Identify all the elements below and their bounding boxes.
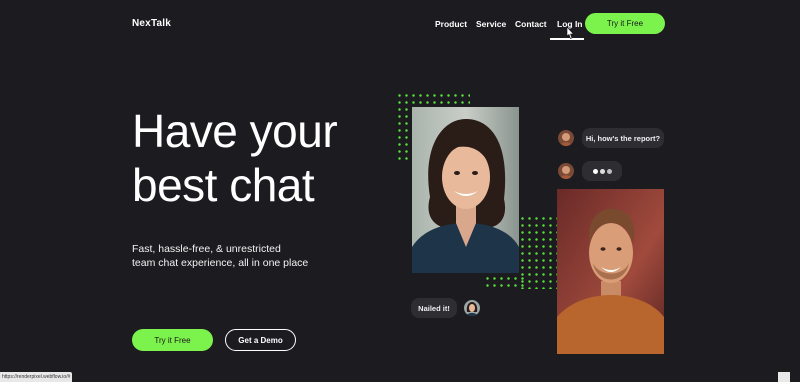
logo[interactable]: NexTalk: [132, 18, 171, 29]
chat-bubble-report: Hi, how's the report?: [582, 128, 664, 148]
status-corner: [778, 372, 790, 382]
hero-title-line2: best chat: [132, 159, 315, 211]
chat-bubble-nailed-it: Nailed it!: [411, 298, 457, 318]
get-demo-button[interactable]: Get a Demo: [225, 329, 296, 351]
hero-subtitle: Fast, hassle-free, & unrestricted team c…: [132, 242, 342, 270]
hero-title-line1: Have your: [132, 105, 338, 157]
nav-link-service[interactable]: Service: [476, 19, 506, 29]
avatar-woman: [464, 300, 480, 316]
dot-pattern-bottom: [484, 275, 524, 289]
nav-link-contact[interactable]: Contact: [515, 19, 547, 29]
nav-link-product[interactable]: Product: [435, 19, 467, 29]
hero-title: Have your best chat: [132, 104, 338, 212]
nav-try-free-button[interactable]: Try it Free: [585, 13, 665, 34]
dot-pattern-right: [519, 215, 557, 289]
typing-indicator: [582, 161, 622, 181]
status-bar-url: https://renderpixel.webflow.io/#: [0, 372, 72, 382]
dot-pattern-left: [396, 106, 410, 164]
hero-try-free-button[interactable]: Try it Free: [132, 329, 213, 351]
typing-indicator-icon: [592, 167, 613, 176]
dot-pattern-top: [396, 92, 470, 106]
cursor-icon: [566, 26, 575, 39]
woman-photo: [412, 107, 519, 273]
hero-subtitle-line1: Fast, hassle-free, & unrestricted: [132, 243, 281, 255]
avatar-man-1: [558, 130, 574, 146]
hero-subtitle-line2: team chat experience, all in one place: [132, 257, 309, 269]
man-photo: [557, 189, 664, 354]
avatar-man-2: [558, 163, 574, 179]
